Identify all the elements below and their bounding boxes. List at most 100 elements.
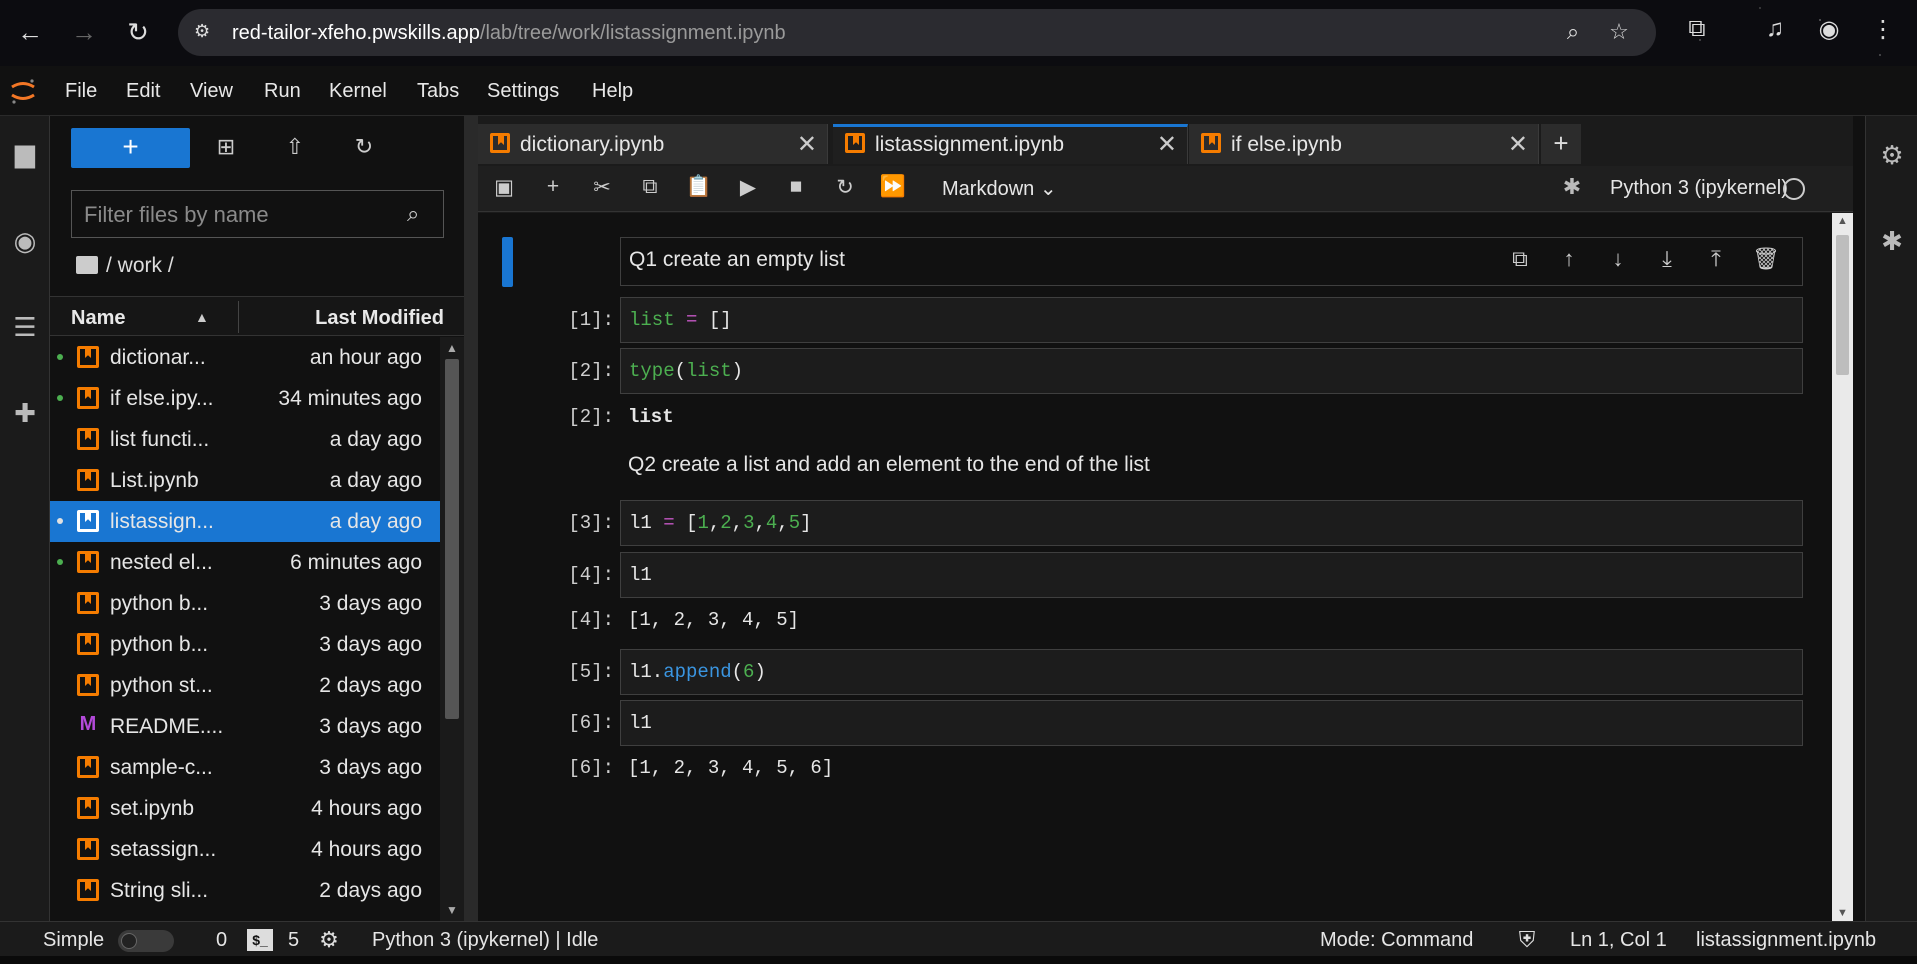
notebook-scrollbar[interactable]: ▲ ▼ — [1832, 213, 1853, 921]
file-list-scrollbar[interactable]: ▲ ▼ — [440, 337, 464, 921]
cell-type-select[interactable]: Markdown ⌄ — [942, 176, 1057, 201]
menu-run[interactable]: Run — [264, 80, 301, 103]
breadcrumb-path[interactable]: / work / — [106, 254, 174, 277]
insert-below-icon[interactable]: ⤓ — [1652, 246, 1682, 276]
code-cell[interactable]: list = [] — [620, 297, 1803, 343]
back-icon[interactable]: ← — [12, 14, 48, 50]
new-folder-icon[interactable]: ⊞ — [211, 134, 241, 164]
new-launcher-button[interactable]: + — [71, 128, 190, 168]
debugger-icon[interactable]: ✱ — [1558, 174, 1586, 202]
menu-edit[interactable]: Edit — [126, 80, 160, 103]
close-icon[interactable]: ✕ — [1508, 130, 1528, 159]
zoom-icon[interactable]: ⌕ — [1560, 19, 1586, 45]
tab-dictionary[interactable]: dictionary.ipynb ✕ — [478, 124, 828, 164]
filter-files-input[interactable] — [84, 202, 404, 228]
upload-icon[interactable]: ⇧ — [280, 134, 310, 164]
stop-icon[interactable]: ■ — [782, 175, 810, 203]
kernel-status-text[interactable]: Python 3 (ipykernel) | Idle — [372, 929, 598, 952]
column-header-modified[interactable]: Last Modified — [315, 307, 444, 330]
file-row[interactable]: python b... 3 days ago — [50, 583, 440, 624]
kernels-count[interactable]: 5 — [288, 929, 299, 952]
site-info-icon[interactable]: ⚙ — [194, 21, 216, 43]
file-row[interactable]: String sli... 2 days ago — [50, 870, 440, 911]
forward-icon[interactable]: → — [66, 14, 102, 50]
trusted-shield-icon[interactable]: ⛨ — [1514, 927, 1540, 953]
scroll-down-icon[interactable]: ▼ — [446, 903, 458, 917]
file-row[interactable]: list functi... a day ago — [50, 419, 440, 460]
code-cell[interactable]: l1 — [620, 700, 1803, 746]
refresh-icon[interactable]: ↻ — [349, 134, 379, 164]
kernel-name[interactable]: Python 3 (ipykernel) — [1610, 177, 1788, 200]
tab-if-else[interactable]: if else.ipynb ✕ — [1189, 124, 1539, 164]
file-row[interactable]: setassign... 4 hours ago — [50, 829, 440, 870]
active-cell-marker[interactable] — [502, 237, 513, 287]
running-kernels-icon[interactable]: ◉ — [8, 226, 42, 260]
paste-icon[interactable]: 📋 — [685, 175, 713, 203]
tab-listassignment[interactable]: listassignment.ipynb ✕ — [833, 124, 1188, 164]
code-cell[interactable]: l1 = [1,2,3,4,5] — [620, 500, 1803, 546]
file-row[interactable]: M README.... 3 days ago — [50, 706, 440, 747]
move-down-icon[interactable]: ↓ — [1603, 246, 1633, 276]
file-row[interactable]: dictionar... an hour ago — [50, 337, 440, 378]
delete-cell-icon[interactable]: 🗑 — [1751, 246, 1781, 276]
new-tab-plus-icon[interactable]: + — [1541, 124, 1581, 164]
media-controls-icon[interactable]: ♫ — [1758, 15, 1792, 49]
extensions-puzzle-icon[interactable]: ✚ — [8, 398, 42, 432]
copy-icon[interactable]: ⧉ — [636, 175, 664, 203]
column-header-name[interactable]: Name — [71, 307, 125, 330]
close-icon[interactable]: ✕ — [1157, 130, 1177, 159]
code-cell[interactable]: type(list) — [620, 348, 1803, 394]
terminal-icon[interactable]: $_ — [247, 929, 273, 951]
debugger-bug-icon[interactable]: ✱ — [1876, 226, 1908, 258]
scroll-thumb[interactable] — [1836, 235, 1849, 375]
save-icon[interactable]: ▣ — [490, 175, 518, 203]
column-divider[interactable] — [238, 301, 239, 333]
simple-mode-toggle[interactable] — [118, 930, 174, 952]
file-row[interactable]: python b... 3 days ago — [50, 624, 440, 665]
bookmark-star-icon[interactable]: ☆ — [1606, 19, 1632, 45]
table-of-contents-icon[interactable]: ☰ — [8, 312, 42, 346]
restart-icon[interactable]: ↻ — [831, 175, 859, 203]
file-row[interactable]: nested el... 6 minutes ago — [50, 542, 440, 583]
file-row[interactable]: python st... 2 days ago — [50, 665, 440, 706]
close-icon[interactable]: ✕ — [797, 130, 817, 159]
kernel-gear-icon[interactable]: ⚙ — [316, 927, 342, 953]
menu-tabs[interactable]: Tabs — [417, 80, 459, 103]
code-cell[interactable]: l1 — [620, 552, 1803, 598]
insert-cell-icon[interactable]: + — [539, 175, 567, 203]
cursor-position[interactable]: Ln 1, Col 1 — [1570, 929, 1667, 952]
duplicate-cell-icon[interactable]: ⧉ — [1505, 246, 1535, 276]
run-icon[interactable]: ▶ — [734, 175, 762, 203]
file-row[interactable]: if else.ipy... 34 minutes ago — [50, 378, 440, 419]
address-bar[interactable]: ⚙ red-tailor-xfeho.pwskills.app/lab/tree… — [178, 9, 1656, 56]
profile-avatar[interactable]: ◉ — [1812, 15, 1846, 49]
file-row[interactable]: set.ipynb 4 hours ago — [50, 788, 440, 829]
scroll-thumb[interactable] — [445, 359, 459, 719]
move-up-icon[interactable]: ↑ — [1554, 246, 1584, 276]
folder-icon[interactable]: ▆ — [8, 138, 42, 172]
extensions-icon[interactable]: ⧉ — [1680, 15, 1714, 49]
file-row[interactable]: List.ipynb a day ago — [50, 460, 440, 501]
browser-menu-icon[interactable]: ⋮ — [1866, 15, 1900, 49]
property-inspector-gear-icon[interactable]: ⚙ — [1876, 140, 1908, 172]
cut-icon[interactable]: ✂ — [588, 175, 616, 203]
scroll-down-icon[interactable]: ▼ — [1837, 907, 1848, 919]
reload-icon[interactable]: ↻ — [120, 14, 156, 50]
url-text[interactable]: red-tailor-xfeho.pwskills.app/lab/tree/w… — [232, 22, 786, 45]
menu-file[interactable]: File — [65, 80, 97, 103]
menu-view[interactable]: View — [190, 80, 233, 103]
markdown-cell-q2[interactable]: Q2 create a list and add an element to t… — [628, 453, 1150, 477]
scroll-up-icon[interactable]: ▲ — [1837, 215, 1848, 227]
file-row[interactable]: listassign... a day ago — [50, 501, 440, 542]
terminals-count[interactable]: 0 — [216, 929, 227, 952]
panel-splitter[interactable] — [464, 116, 478, 921]
breadcrumb[interactable]: / work / — [76, 254, 174, 278]
menu-settings[interactable]: Settings — [487, 80, 559, 103]
menu-kernel[interactable]: Kernel — [329, 80, 387, 103]
markdown-cell-q1[interactable]: Q1 create an empty list ⧉ ↑ ↓ ⤓ ⤒ 🗑 — [620, 237, 1803, 286]
insert-above-icon[interactable]: ⤒ — [1701, 246, 1731, 276]
file-row[interactable]: sample-c... 3 days ago — [50, 747, 440, 788]
scroll-up-icon[interactable]: ▲ — [446, 341, 458, 355]
menu-help[interactable]: Help — [592, 80, 633, 103]
run-all-icon[interactable]: ⏩ — [879, 175, 907, 203]
